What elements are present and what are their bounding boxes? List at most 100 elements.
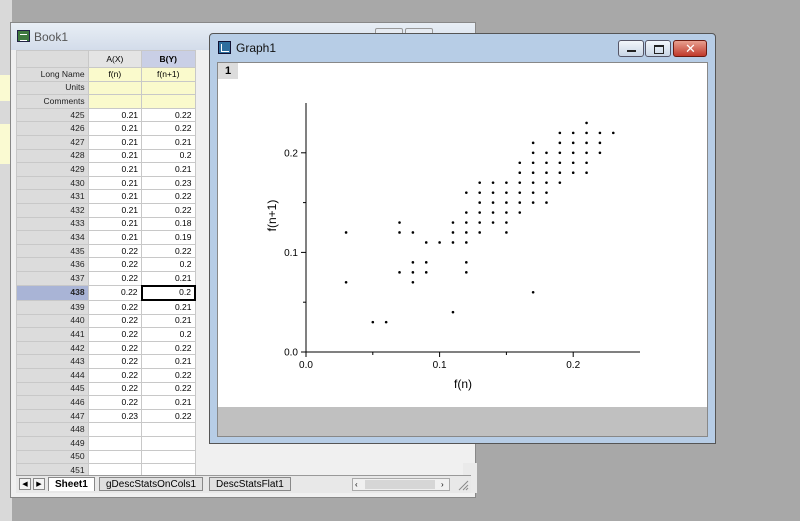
tab-next-button[interactable]: ▶ bbox=[33, 478, 45, 490]
cell-a[interactable]: 0.22 bbox=[87, 313, 143, 329]
row-number[interactable]: 448 bbox=[16, 422, 89, 438]
cell-a[interactable]: 0.21 bbox=[87, 148, 143, 164]
graph-client-area[interactable]: 1 0.0 0.1 0.2 0.0 0.1 0.2 f(n) f(n+1) bbox=[217, 62, 708, 437]
row-number[interactable]: 426 bbox=[16, 121, 89, 136]
row-number[interactable]: 447 bbox=[16, 408, 89, 424]
cell-b[interactable]: 0.2 bbox=[141, 148, 196, 164]
row-number[interactable]: 444 bbox=[16, 368, 89, 383]
cell-b[interactable]: 0.21 bbox=[141, 313, 196, 329]
row-number[interactable]: 429 bbox=[16, 162, 89, 177]
cell-a[interactable]: 0.21 bbox=[87, 134, 143, 150]
row-number[interactable]: 432 bbox=[16, 202, 89, 218]
scroll-thumb[interactable] bbox=[365, 480, 435, 489]
row-number[interactable]: 427 bbox=[16, 134, 89, 150]
cell-b[interactable]: 0.22 bbox=[141, 408, 196, 424]
corner-cell[interactable] bbox=[16, 50, 89, 68]
worksheet-grid[interactable]: A(X) B(Y) Long Name f(n) f(n+1) Units Comments… bbox=[16, 50, 197, 492]
cell-a[interactable]: 0.21 bbox=[87, 121, 143, 136]
cell-a[interactable]: 0.22 bbox=[87, 381, 143, 397]
row-number[interactable]: 450 bbox=[16, 449, 89, 465]
horizontal-scrollbar[interactable]: ‹ › bbox=[352, 478, 450, 491]
cell-b[interactable]: 0.18 bbox=[141, 216, 196, 232]
cell-a[interactable]: 0.21 bbox=[87, 175, 143, 191]
cell-b[interactable] bbox=[141, 449, 196, 465]
row-number[interactable]: 437 bbox=[16, 270, 89, 287]
row-number[interactable]: 435 bbox=[16, 243, 89, 259]
cell-a[interactable]: 0.22 bbox=[87, 299, 143, 315]
row-number[interactable]: 440 bbox=[16, 313, 89, 329]
resize-grip-icon[interactable] bbox=[456, 478, 469, 491]
scroll-left-icon[interactable]: ‹ bbox=[355, 479, 358, 490]
row-number[interactable]: 445 bbox=[16, 381, 89, 397]
long-name-cell-a[interactable]: f(n) bbox=[87, 67, 143, 82]
row-number[interactable]: 434 bbox=[16, 230, 89, 245]
cell-a[interactable]: 0.23 bbox=[87, 408, 143, 424]
cell-b[interactable]: 0.2 bbox=[141, 257, 196, 272]
cell-a[interactable]: 0.22 bbox=[87, 327, 143, 342]
active-cell[interactable]: 0.2 bbox=[140, 284, 197, 302]
column-header-b[interactable]: B(Y) bbox=[141, 50, 196, 68]
cell-b[interactable]: 0.21 bbox=[141, 299, 196, 315]
cell-a[interactable]: 0.22 bbox=[87, 243, 143, 259]
row-number[interactable]: 446 bbox=[16, 395, 89, 410]
cell-b[interactable]: 0.21 bbox=[141, 354, 196, 370]
cell-b[interactable] bbox=[141, 422, 196, 438]
comments-cell-a[interactable] bbox=[87, 94, 143, 109]
cell-b[interactable]: 0.22 bbox=[141, 202, 196, 218]
row-number[interactable]: 438 bbox=[16, 285, 89, 301]
cell-b[interactable] bbox=[141, 436, 196, 451]
minimize-icon[interactable] bbox=[618, 40, 644, 57]
graph-window[interactable]: Graph1 ✕ 1 0.0 0.1 0.2 0.0 0.1 0.2 f(n) f(n+1) bbox=[209, 33, 716, 444]
row-number[interactable]: 433 bbox=[16, 216, 89, 232]
cell-a[interactable]: 0.22 bbox=[87, 395, 143, 410]
cell-b[interactable]: 0.19 bbox=[141, 230, 196, 245]
row-number[interactable]: 439 bbox=[16, 299, 89, 315]
cell-b[interactable]: 0.22 bbox=[141, 107, 196, 123]
cell-a[interactable]: 0.22 bbox=[87, 340, 143, 356]
cell-a[interactable]: 0.22 bbox=[87, 270, 143, 287]
maximize-icon[interactable] bbox=[645, 40, 671, 57]
scatter-plot[interactable]: 0.0 0.1 0.2 0.0 0.1 0.2 f(n) f(n+1) bbox=[218, 63, 707, 407]
cell-a[interactable]: 0.21 bbox=[87, 189, 143, 204]
row-number[interactable]: 428 bbox=[16, 148, 89, 164]
cell-b[interactable]: 0.22 bbox=[141, 381, 196, 397]
long-name-cell-b[interactable]: f(n+1) bbox=[141, 67, 196, 82]
cell-a[interactable] bbox=[87, 449, 143, 465]
cell-a[interactable] bbox=[87, 422, 143, 438]
cell-b[interactable]: 0.21 bbox=[141, 395, 196, 410]
cell-a[interactable] bbox=[87, 436, 143, 451]
cell-b[interactable]: 0.22 bbox=[141, 368, 196, 383]
cell-a[interactable]: 0.22 bbox=[87, 257, 143, 272]
cell-a[interactable]: 0.21 bbox=[87, 107, 143, 123]
cell-b[interactable]: 0.22 bbox=[141, 340, 196, 356]
column-header-a[interactable]: A(X) bbox=[87, 50, 143, 68]
cell-b[interactable]: 0.22 bbox=[141, 121, 196, 136]
close-icon[interactable]: ✕ bbox=[673, 40, 707, 57]
row-number[interactable]: 449 bbox=[16, 436, 89, 451]
scroll-right-icon[interactable]: › bbox=[441, 479, 444, 490]
graph-title-bar[interactable]: Graph1 ✕ bbox=[210, 34, 715, 60]
tab-prev-button[interactable]: ◀ bbox=[19, 478, 31, 490]
units-cell-b[interactable] bbox=[141, 80, 196, 96]
tab-descstatsflat1[interactable]: DescStatsFlat1 bbox=[209, 477, 291, 491]
cell-a[interactable]: 0.21 bbox=[87, 202, 143, 218]
cell-a[interactable]: 0.21 bbox=[87, 216, 143, 232]
graph-page[interactable]: 1 0.0 0.1 0.2 0.0 0.1 0.2 f(n) f(n+1) bbox=[218, 63, 707, 407]
cell-a[interactable]: 0.21 bbox=[87, 230, 143, 245]
units-cell-a[interactable] bbox=[87, 80, 143, 96]
row-number[interactable]: 441 bbox=[16, 327, 89, 342]
tab-sheet1[interactable]: Sheet1 bbox=[48, 477, 95, 491]
cell-a[interactable]: 0.22 bbox=[87, 354, 143, 370]
cell-b[interactable]: 0.21 bbox=[141, 162, 196, 177]
row-number[interactable]: 436 bbox=[16, 257, 89, 272]
cell-a[interactable]: 0.21 bbox=[87, 162, 143, 177]
cell-b[interactable]: 0.2 bbox=[141, 327, 196, 342]
cell-b[interactable]: 0.21 bbox=[141, 134, 196, 150]
cell-b[interactable]: 0.21 bbox=[141, 270, 196, 287]
row-number[interactable]: 442 bbox=[16, 340, 89, 356]
comments-cell-b[interactable] bbox=[141, 94, 196, 109]
row-number[interactable]: 443 bbox=[16, 354, 89, 370]
cell-b[interactable]: 0.22 bbox=[141, 189, 196, 204]
cell-b[interactable]: 0.22 bbox=[141, 243, 196, 259]
row-number[interactable]: 425 bbox=[16, 107, 89, 123]
